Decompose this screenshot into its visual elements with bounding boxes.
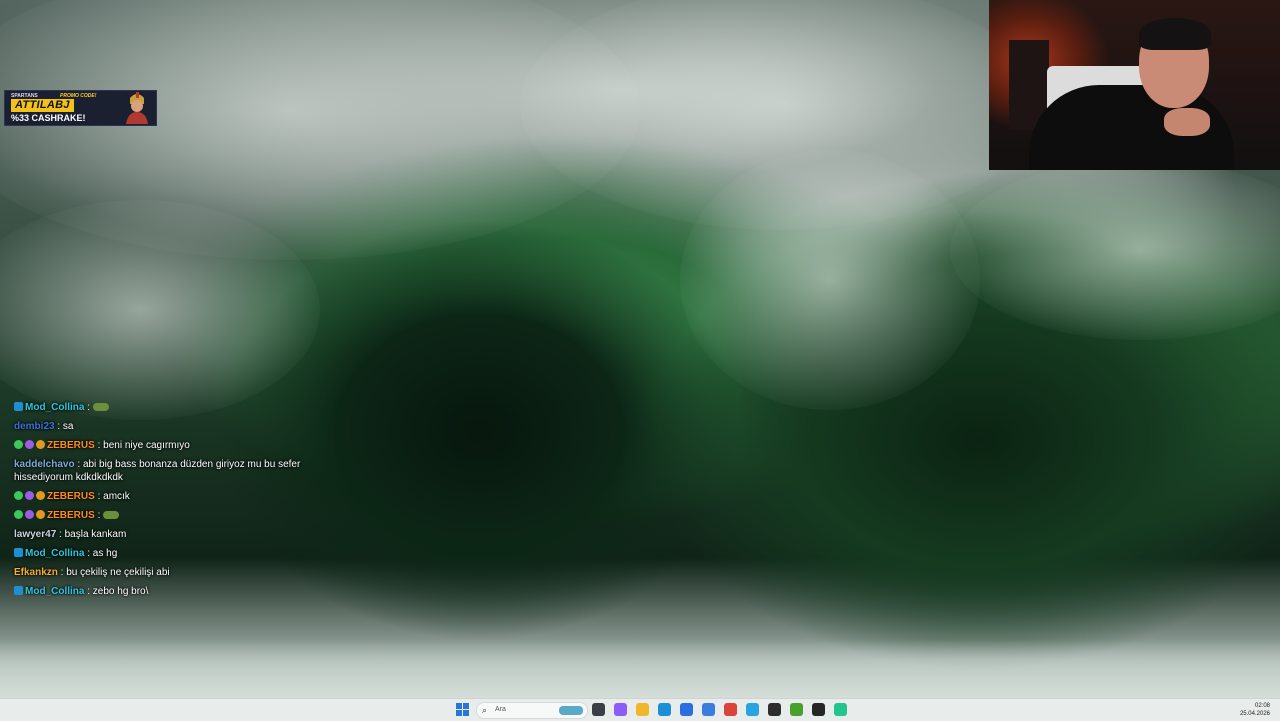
chat-text: beni niye cagırmıyo [103,440,190,451]
wave-spray [680,150,980,410]
chat-separator: : [94,510,104,521]
chat-separator: : [84,402,93,413]
chat-separator: : [94,491,104,502]
chat-username[interactable]: dembi23 [14,421,55,432]
moderator-badge-icon [14,548,23,557]
chat-separator: : [54,421,63,432]
chat-separator: : [84,548,93,559]
purple-badge-icon [25,510,34,519]
chat-emote-icon [92,403,109,411]
store-icon[interactable] [680,703,693,716]
chat-emote-icon [103,511,120,519]
chat-username[interactable]: lawyer47 [14,529,56,540]
chat-message: kaddelchavo : abi big bass bonanza düzde… [14,458,304,484]
chat-text: sa [62,421,74,432]
promo-cashrake: %33 CASHRAKE! [11,113,86,123]
chat-username[interactable]: Mod_Collina [25,402,84,413]
green-badge-icon [14,491,23,500]
chrome-icon[interactable] [724,703,737,716]
promo-code: ATTILABJ [11,99,74,112]
chat-text: zebo hg bro\ [92,586,149,597]
search-placeholder: Ara [495,706,506,713]
chat-separator: : [84,586,93,597]
app-icon-green[interactable] [834,703,847,716]
chat-username[interactable]: Mod_Collina [25,586,84,597]
chat-username[interactable]: Mod_Collina [25,548,84,559]
chat-message: ZEBERUS : beni niye cagırmıyo [14,439,304,452]
chat-message: Mod_Collina : [14,401,304,414]
moderator-badge-icon [14,586,23,595]
promo-banner[interactable]: SPARTANS PROMO CODE! ATTILABJ %33 CASHRA… [4,90,157,126]
chat-username[interactable]: ZEBERUS [47,491,95,502]
chat-message: ZEBERUS : [14,509,304,522]
chat-username[interactable]: ZEBERUS [47,440,95,451]
chat-separator: : [74,459,83,470]
streamer-hair [1139,18,1211,50]
taskbar-search[interactable]: ⌕ Ara [476,702,588,719]
app-icon-blue[interactable] [702,703,715,716]
spartan-mascot-icon [126,92,148,124]
chat-message: dembi23 : sa [14,420,304,433]
edge-icon[interactable] [658,703,671,716]
chat-text: as hg [92,548,118,559]
chat-text: başla kankam [64,529,127,540]
chat-overlay: Mod_Collina : dembi23 : sa ZEBERUS : beni… [14,401,304,604]
chat-username[interactable]: ZEBERUS [47,510,95,521]
obs-icon[interactable] [812,703,825,716]
system-tray-clock[interactable]: 02:08 25.04.2026 [1240,702,1270,718]
wave-foam [0,640,1280,698]
file-explorer-icon[interactable] [636,703,649,716]
start-button[interactable] [456,703,469,716]
green-badge-icon [14,440,23,449]
telegram-icon[interactable] [746,703,759,716]
taskbar: ⌕ Ara 02:08 25.04.2026 [0,698,1280,721]
search-icon: ⌕ [482,705,488,715]
webcam-overlay [989,0,1280,170]
chat-separator: : [56,529,65,540]
chat-text: amcık [103,491,130,502]
streamer-hand [1164,108,1210,136]
chat-username[interactable]: Efkankzn [14,567,58,578]
chat-message: lawyer47 : başla kankam [14,528,304,541]
chat-separator: : [57,567,67,578]
wave-spray [950,160,1280,340]
chat-message: Mod_Collina : zebo hg bro\ [14,585,304,598]
nvidia-icon[interactable] [790,703,803,716]
clock-date: 25.04.2026 [1239,711,1270,717]
green-badge-icon [14,510,23,519]
chat-text: bu çekiliş ne çekilişi abi [66,567,170,578]
chat-message: Efkankzn : bu çekiliş ne çekilişi abi [14,566,304,579]
search-highlight-icon [559,706,583,715]
purple-badge-icon [25,440,34,449]
copilot-icon[interactable] [614,703,627,716]
orange-badge-icon [36,510,45,519]
orange-badge-icon [36,440,45,449]
task-view-icon[interactable] [592,703,605,716]
chat-username[interactable]: kaddelchavo [14,459,75,470]
chat-separator: : [94,440,104,451]
moderator-badge-icon [14,402,23,411]
app-icon-dark[interactable] [768,703,781,716]
clock-time: 02:08 [1254,703,1270,709]
chat-message: ZEBERUS : amcık [14,490,304,503]
orange-badge-icon [36,491,45,500]
chat-message: Mod_Collina : as hg [14,547,304,560]
purple-badge-icon [25,491,34,500]
